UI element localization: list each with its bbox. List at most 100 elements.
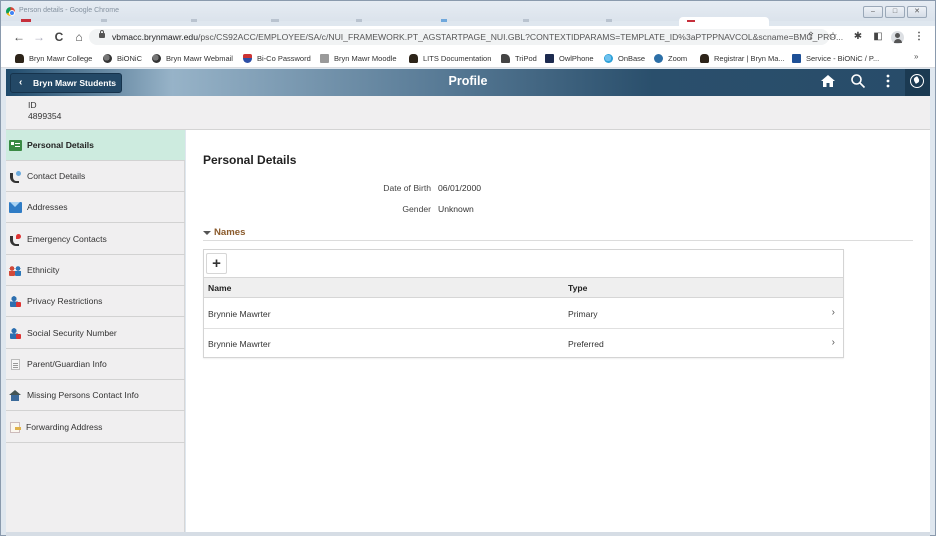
forwarding-address-icon — [10, 421, 21, 433]
tab-strip — [1, 16, 935, 26]
home-button[interactable]: ⌂ — [71, 29, 87, 45]
names-collapsible-toggle[interactable]: Names — [203, 227, 245, 238]
bookmark[interactable]: Bi-Co Password — [243, 52, 311, 64]
bookmark[interactable]: OnBase — [604, 52, 645, 64]
sidebar-item-ethnicity[interactable]: Ethnicity — [6, 255, 185, 286]
wordpress-icon — [654, 53, 663, 63]
dob-label: Date of Birth — [383, 183, 431, 193]
more-bookmarks-button[interactable]: » — [914, 52, 918, 61]
bookmark[interactable]: BiONiC — [103, 52, 142, 64]
chrome-logo-icon — [6, 7, 15, 16]
bookmark[interactable]: Registrar | Bryn Ma... — [700, 52, 785, 64]
add-name-button[interactable]: + — [206, 253, 227, 274]
main-content: Personal Details Date of Birth 06/01/200… — [186, 130, 930, 532]
star-icon[interactable]: ☆ — [826, 29, 840, 45]
emergency-phone-icon — [9, 233, 22, 246]
bookmark[interactable]: LITS Documentation — [409, 52, 491, 64]
moodle-icon — [320, 53, 329, 63]
forward-button[interactable]: → — [31, 29, 47, 45]
browser-toolbar: ← → C ⌂ vbmacc.brynmawr.edu/psc/CS92ACC/… — [1, 26, 935, 48]
back-button[interactable]: ← — [11, 29, 27, 45]
home-icon[interactable] — [818, 73, 838, 93]
bookmark[interactable]: Bryn Mawr College — [15, 52, 92, 64]
browser-tab[interactable] — [356, 19, 362, 22]
names-grid: + Name Type Brynnie Mawrter Primary › Br… — [203, 249, 844, 358]
document-icon — [11, 358, 20, 370]
bookmark[interactable]: Zoom — [654, 52, 687, 64]
browser-window: Person details - Google Chrome – □ ✕ ← →… — [0, 0, 936, 536]
chevron-right-icon[interactable]: › — [832, 337, 835, 348]
compass-icon — [910, 74, 924, 88]
address-bar[interactable]: vbmacc.brynmawr.edu/psc/CS92ACC/EMPLOYEE… — [89, 29, 843, 45]
bookmark[interactable]: Service - BiONiC / P... — [792, 52, 879, 64]
gender-value: Unknown — [438, 204, 474, 214]
owl-icon — [409, 53, 418, 63]
table-row[interactable]: Brynnie Mawrter Primary › — [204, 299, 843, 329]
person-lock-icon — [9, 295, 22, 307]
bookmark[interactable]: OwlPhone — [545, 52, 594, 64]
id-value: 4899354 — [28, 111, 62, 121]
sidebar-item-social-security-number[interactable]: Social Security Number — [6, 318, 185, 349]
browser-tab[interactable] — [21, 19, 31, 22]
browser-tab[interactable] — [271, 19, 279, 22]
phone-icon — [9, 170, 22, 183]
sidebar-item-parent-guardian-info[interactable]: Parent/Guardian Info — [6, 349, 185, 380]
id-card-icon — [9, 139, 22, 151]
bookmark[interactable]: Bryn Mawr Webmail — [152, 52, 233, 64]
teamdynamix-icon — [792, 53, 801, 63]
globe-icon — [103, 53, 112, 63]
id-bar: ID 4899354 — [6, 96, 930, 130]
onbase-icon — [604, 53, 613, 63]
divider — [203, 240, 913, 241]
name-cell: Brynnie Mawrter — [208, 309, 271, 319]
column-header-type: Type — [568, 283, 588, 293]
url-host: vbmacc.brynmawr.edu — [112, 32, 198, 42]
browser-tab[interactable] — [191, 19, 197, 22]
envelope-icon — [9, 201, 22, 213]
chevron-right-icon[interactable]: › — [832, 307, 835, 318]
url-path: /psc/CS92ACC/EMPLOYEE/SA/c/NUI_FRAMEWORK… — [197, 32, 844, 42]
share-icon[interactable]: ⇪ — [804, 29, 818, 45]
bookmarks-bar: Bryn Mawr College BiONiC Bryn Mawr Webma… — [1, 48, 935, 68]
tripod-icon — [501, 53, 510, 63]
sidebar-item-emergency-contacts[interactable]: Emergency Contacts — [6, 224, 185, 255]
type-cell: Primary — [568, 309, 598, 319]
sidebar-item-addresses[interactable]: Addresses — [6, 192, 185, 223]
name-cell: Brynnie Mawrter — [208, 339, 271, 349]
sidebar-item-contact-details[interactable]: Contact Details — [6, 161, 185, 192]
bookmark[interactable]: Bryn Mawr Moodle — [320, 52, 397, 64]
id-label: ID — [28, 100, 37, 110]
reload-button[interactable]: C — [51, 29, 67, 45]
window-title: Person details - Google Chrome — [19, 7, 119, 14]
browser-tab[interactable] — [523, 19, 529, 22]
active-browser-tab[interactable] — [679, 17, 769, 26]
extensions-icon[interactable]: ✱ — [851, 29, 865, 45]
sidebar-item-personal-details[interactable]: Personal Details — [6, 130, 185, 161]
type-cell: Preferred — [568, 339, 604, 349]
gender-label: Gender — [402, 204, 431, 214]
bookmark[interactable]: TriPod — [501, 52, 537, 64]
page-title: Profile — [448, 74, 488, 88]
side-panel-icon[interactable]: ◧ — [871, 29, 885, 45]
house-search-icon — [9, 389, 22, 401]
navbar-button[interactable] — [905, 69, 930, 96]
sidebar-item-privacy-restrictions[interactable]: Privacy Restrictions — [6, 286, 185, 317]
table-row[interactable]: Brynnie Mawrter Preferred › — [204, 329, 843, 359]
shield-icon — [243, 53, 252, 63]
owl-icon — [700, 53, 709, 63]
sidebar: Personal Details Contact Details Address… — [6, 130, 185, 532]
chrome-menu-icon[interactable]: ⋮ — [912, 29, 926, 45]
browser-tab[interactable] — [441, 19, 447, 22]
profile-avatar[interactable] — [891, 31, 904, 44]
browser-tab[interactable] — [101, 19, 107, 22]
person-card-icon — [9, 327, 22, 339]
column-header-name: Name — [208, 283, 232, 293]
sidebar-item-forwarding-address[interactable]: Forwarding Address — [6, 412, 185, 443]
dob-value: 06/01/2000 — [438, 183, 482, 193]
browser-tab[interactable] — [606, 19, 612, 22]
more-actions-icon[interactable] — [878, 73, 898, 93]
owlphone-icon — [545, 53, 554, 63]
caret-down-icon — [203, 230, 211, 235]
search-icon[interactable] — [848, 73, 868, 93]
sidebar-item-missing-persons-contact-info[interactable]: Missing Persons Contact Info — [6, 380, 185, 411]
